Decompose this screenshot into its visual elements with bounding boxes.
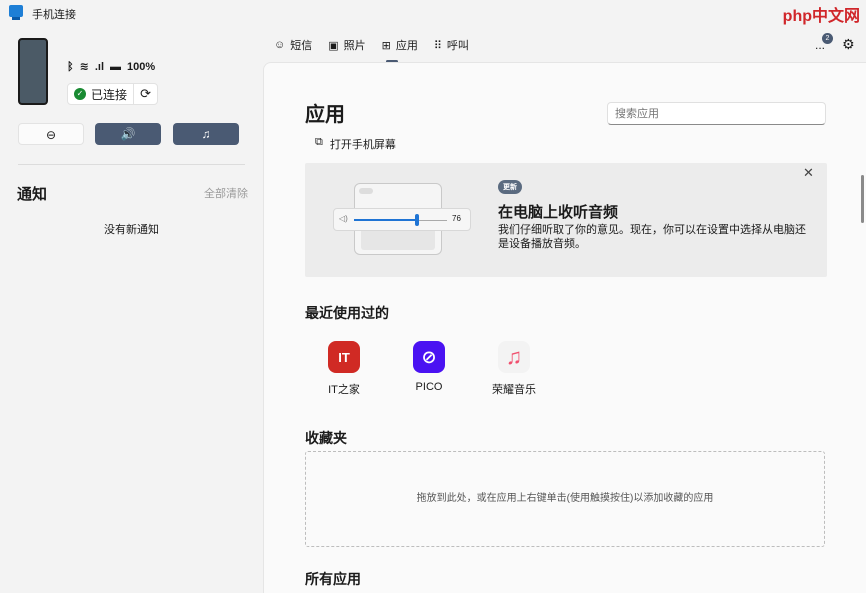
window-title: 手机连接: [32, 6, 76, 22]
phone-image: [18, 38, 48, 105]
app-honor-music[interactable]: ♫ 荣耀音乐: [479, 341, 549, 397]
notification-badge: 2: [822, 33, 833, 44]
battery-level: 100%: [127, 61, 155, 73]
tab-photos[interactable]: ▣ 照片: [328, 37, 365, 53]
volume-button[interactable]: 🔊: [95, 123, 161, 145]
app-logo-icon: [9, 5, 23, 17]
tab-label: 应用: [396, 37, 418, 53]
connection-control: ✓ 已连接 ⟳: [67, 83, 158, 105]
connection-status[interactable]: ✓ 已连接: [68, 84, 134, 104]
all-apps-title: 所有应用: [305, 569, 361, 589]
battery-icon: ▬: [110, 61, 121, 73]
music-button[interactable]: ♫: [173, 123, 239, 145]
favorites-drop-zone[interactable]: 拖放到此处，或在应用上右键单击(使用触摸按住)以添加收藏的应用: [305, 451, 825, 547]
app-label: 荣耀音乐: [492, 384, 536, 396]
apps-panel: 应用 ⧉ 打开手机屏幕 ◁) 76 更新 在电脑上收听音频 我们仔细听取了你的意见…: [263, 62, 866, 593]
connection-label: 已连接: [91, 86, 127, 103]
check-icon: ✓: [74, 88, 86, 100]
update-tag: 更新: [498, 180, 522, 194]
tab-bar: ☺ 短信 ▣ 照片 ⊞ 应用 ⠿ 呼叫: [274, 37, 469, 53]
notifications-title: 通知: [17, 183, 47, 204]
volume-value: 76: [452, 214, 461, 223]
app-label: PICO: [416, 381, 443, 393]
do-not-disturb-button[interactable]: ⊖: [18, 123, 84, 145]
bluetooth-icon: ᛒ: [67, 61, 74, 73]
app-pico[interactable]: ⊘ PICO: [394, 341, 464, 393]
banner-title: 在电脑上收听音频: [498, 201, 618, 222]
tab-label: 呼叫: [447, 37, 469, 53]
apps-icon: ⊞: [382, 39, 391, 52]
pico-icon: ⊘: [413, 341, 445, 373]
dialpad-icon: ⠿: [434, 39, 442, 52]
app-ithome[interactable]: IT IT之家: [309, 341, 379, 397]
photo-icon: ▣: [328, 39, 338, 52]
settings-gear-icon[interactable]: ⚙: [842, 36, 855, 53]
favorites-title: 收藏夹: [305, 428, 347, 448]
signal-icon: .ıl: [95, 61, 104, 73]
volume-slider-illustration: ◁) 76: [333, 208, 471, 231]
scrollbar[interactable]: [861, 175, 864, 223]
tab-messages[interactable]: ☺ 短信: [274, 37, 312, 53]
open-external-icon: ⧉: [315, 136, 323, 152]
device-status: ᛒ ≋ .ıl ▬ 100%: [67, 60, 155, 73]
tab-label: 照片: [344, 37, 366, 53]
music-app-icon: ♫: [498, 341, 530, 373]
title-bar: 手机连接 php中文网: [0, 0, 866, 26]
wifi-icon: ≋: [80, 60, 89, 73]
clear-all-button[interactable]: 全部清除: [204, 185, 248, 201]
speaker-icon: ◁): [339, 214, 348, 223]
recent-title: 最近使用过的: [305, 303, 389, 323]
empty-notifications: 没有新通知: [0, 221, 263, 237]
open-phone-screen-link[interactable]: ⧉ 打开手机屏幕: [315, 136, 396, 152]
search-input[interactable]: [607, 102, 826, 125]
banner-description: 我们仔细听取了你的意见。现在，你可以在设置中选择从电脑还是设备播放音频。: [498, 223, 808, 251]
tab-apps[interactable]: ⊞ 应用: [382, 37, 418, 53]
divider: [18, 164, 245, 165]
tab-calls[interactable]: ⠿ 呼叫: [434, 37, 469, 53]
refresh-button[interactable]: ⟳: [134, 84, 157, 104]
tab-label: 短信: [290, 37, 312, 53]
message-icon: ☺: [274, 39, 285, 51]
page-title: 应用: [305, 98, 345, 127]
update-banner: ◁) 76 更新 在电脑上收听音频 我们仔细听取了你的意见。现在，你可以在设置中…: [305, 163, 827, 277]
watermark: php中文网: [783, 2, 860, 26]
close-icon[interactable]: ✕: [803, 165, 814, 181]
app-label: IT之家: [328, 384, 360, 396]
ithome-icon: IT: [328, 341, 360, 373]
link-label: 打开手机屏幕: [330, 136, 396, 152]
